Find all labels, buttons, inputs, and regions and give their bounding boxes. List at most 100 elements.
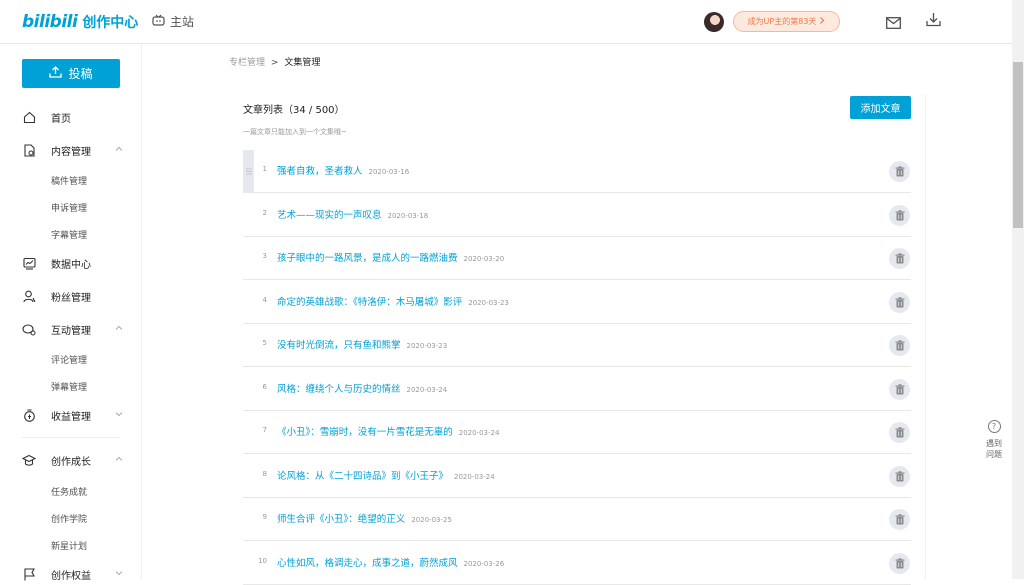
sidebar-item-rights[interactable]: 创作权益 <box>22 564 132 584</box>
article-title: 心性如风，格调走心，成事之道，蔚然成风 <box>277 557 458 569</box>
article-title: 艺术——现实的一声叹息 <box>277 209 382 221</box>
sidebar-subitem-comments[interactable]: 评论管理 <box>51 353 87 366</box>
chevron-up-icon <box>115 455 123 463</box>
delete-article-button[interactable] <box>889 509 910 530</box>
scrollbar-thumb[interactable] <box>1013 62 1023 228</box>
article-row[interactable]: 10 心性如风，格调走心，成事之道，蔚然成风 2020-03-26 <box>243 542 911 585</box>
fans-icon <box>22 289 36 303</box>
delete-article-button[interactable] <box>889 161 910 182</box>
up-days-badge[interactable]: 成为UP主的第83天 <box>733 11 840 32</box>
file-icon <box>22 143 36 157</box>
mail-icon[interactable] <box>886 14 901 29</box>
sidebar-item-growth[interactable]: 创作成长 <box>22 450 132 470</box>
article-title-link[interactable]: 没有时光倒流，只有鱼和熊掌 2020-03-23 <box>277 337 447 351</box>
upload-button[interactable]: 投稿 <box>22 59 120 88</box>
article-row[interactable]: 3 孩子眼中的一路风景，是成人的一路燃油费 2020-03-20 <box>243 237 911 280</box>
trash-icon <box>895 510 905 529</box>
article-title-link[interactable]: 心性如风，格调走心，成事之道，蔚然成风 2020-03-26 <box>277 555 504 569</box>
article-title-link[interactable]: 《小丑》：雪崩时，没有一片雪花是无辜的 2020-03-24 <box>277 424 499 438</box>
trash-icon <box>895 162 905 181</box>
sidebar-subitem-appeals[interactable]: 申诉管理 <box>51 201 87 214</box>
delete-article-button[interactable] <box>889 291 910 313</box>
delete-article-button[interactable] <box>889 552 910 574</box>
delete-article-button[interactable] <box>889 248 910 269</box>
delete-article-button[interactable] <box>889 335 910 356</box>
article-row[interactable]: 8 论风格：从《二十四诗品》到《小王子》 2020-03-24 <box>243 455 911 498</box>
trash-icon <box>895 336 905 355</box>
sidebar-item-label: 收益管理 <box>51 411 91 423</box>
article-row[interactable]: 4 命定的英雄战歌：《特洛伊：木马屠城》影评 2020-03-23 <box>243 281 911 324</box>
article-title: 《小丑》：雪崩时，没有一片雪花是无辜的 <box>277 427 453 438</box>
article-date: 2020-03-24 <box>458 429 500 437</box>
sidebar-item-label: 创作成长 <box>51 456 91 468</box>
main-site-link[interactable]: 主站 <box>152 13 194 30</box>
chevron-up-icon <box>115 324 123 332</box>
article-date: 2020-03-18 <box>387 211 429 220</box>
sidebar-item-label: 粉丝管理 <box>51 292 91 304</box>
article-title-link[interactable]: 孩子眼中的一路风景，是成人的一路燃油费 2020-03-20 <box>277 250 504 264</box>
sidebar-item-income[interactable]: 收益管理 <box>22 405 132 425</box>
sidebar-item-fans[interactable]: 粉丝管理 <box>22 286 132 306</box>
article-title-link[interactable]: 强者自救，圣者救人 2020-03-16 <box>277 163 409 177</box>
chat-icon <box>22 322 36 336</box>
delete-article-button[interactable] <box>889 422 910 443</box>
article-index: 5 <box>262 339 267 347</box>
sidebar-subitem-academy[interactable]: 创作学院 <box>51 512 87 525</box>
main-site-label: 主站 <box>170 15 195 29</box>
sidebar-item-interaction[interactable]: 互动管理 <box>22 319 132 339</box>
sidebar-item-data[interactable]: 数据中心 <box>22 253 132 273</box>
article-index: 9 <box>262 513 267 521</box>
upload-icon <box>49 66 63 81</box>
trash-icon <box>895 249 905 268</box>
creator-center-logo[interactable]: bilibili 创作中心 <box>22 11 138 33</box>
delete-article-button[interactable] <box>889 204 910 226</box>
article-title: 强者自救，圣者救人 <box>277 166 363 177</box>
chart-icon <box>22 256 36 270</box>
add-article-button[interactable]: 添加文章 <box>850 96 911 119</box>
article-title: 师生合评《小丑》：绝望的正义 <box>277 514 406 525</box>
article-index: 7 <box>262 426 267 434</box>
sidebar-subitem-manuscripts[interactable]: 稿件管理 <box>51 174 87 187</box>
sidebar-item-label: 首页 <box>51 113 71 125</box>
article-title-link[interactable]: 艺术——现实的一声叹息 2020-03-18 <box>277 207 428 221</box>
article-title: 孩子眼中的一路风景，是成人的一路燃油费 <box>277 253 458 264</box>
article-title-link[interactable]: 风格：缠绕个人与历史的情丝 2020-03-24 <box>277 381 447 395</box>
breadcrumb-separator: > <box>270 58 279 68</box>
article-row[interactable]: 1 强者自救，圣者救人 2020-03-16 <box>243 150 911 193</box>
sidebar-subitem-achievements[interactable]: 任务成就 <box>51 485 87 498</box>
help-widget[interactable]: ? 遇到 问题 <box>982 420 1006 460</box>
sidebar-subitem-subtitles[interactable]: 字幕管理 <box>51 228 87 241</box>
drag-handle-icon[interactable] <box>243 150 254 192</box>
article-title-link[interactable]: 命定的英雄战歌：《特洛伊：木马屠城》影评 2020-03-23 <box>277 294 509 308</box>
sidebar-subitem-danmaku[interactable]: 弹幕管理 <box>51 380 87 393</box>
delete-article-button[interactable] <box>889 465 910 487</box>
tv-icon <box>152 14 165 29</box>
article-row[interactable]: 2 艺术——现实的一声叹息 2020-03-18 <box>243 194 911 237</box>
home-icon <box>22 110 36 124</box>
breadcrumb-parent[interactable]: 专栏管理 <box>229 58 265 68</box>
sidebar-item-label: 互动管理 <box>51 325 91 337</box>
sidebar-subitem-rising-star[interactable]: 新星计划 <box>51 539 87 552</box>
article-row[interactable]: 7 《小丑》：雪崩时，没有一片雪花是无辜的 2020-03-24 <box>243 411 911 454</box>
article-date: 2020-03-23 <box>406 342 448 350</box>
delete-article-button[interactable] <box>889 378 910 400</box>
article-title-link[interactable]: 师生合评《小丑》：绝望的正义 2020-03-25 <box>277 511 452 525</box>
sidebar: 投稿 首页 内容管理 稿件管理 申诉管理 字幕管理 数据中心 粉丝管理 互动管理… <box>0 44 142 582</box>
article-list-title: 文章列表（34 / 500） <box>243 105 345 116</box>
sidebar-item-home[interactable]: 首页 <box>22 107 132 127</box>
article-index: 4 <box>262 295 267 304</box>
download-icon[interactable] <box>926 12 941 27</box>
up-days-label: 成为UP主的第83天 <box>747 17 817 26</box>
chevron-down-icon <box>115 569 123 577</box>
breadcrumb-current: 文集管理 <box>284 58 321 68</box>
article-row[interactable]: 9 师生合评《小丑》：绝望的正义 2020-03-25 <box>243 498 911 541</box>
article-row[interactable]: 5 没有时光倒流，只有鱼和熊掌 2020-03-23 <box>243 324 911 367</box>
article-title-link[interactable]: 论风格：从《二十四诗品》到《小王子》 2020-03-24 <box>277 468 495 482</box>
article-title: 论风格：从《二十四诗品》到《小王子》 <box>277 470 449 482</box>
sidebar-item-content[interactable]: 内容管理 <box>22 140 132 160</box>
avatar[interactable] <box>704 12 724 32</box>
article-title: 命定的英雄战歌：《特洛伊：木马屠城》影评 <box>277 296 463 308</box>
chevron-down-icon <box>115 410 123 418</box>
article-row[interactable]: 6 风格：缠绕个人与历史的情丝 2020-03-24 <box>243 368 911 411</box>
article-date: 2020-03-24 <box>406 385 448 394</box>
